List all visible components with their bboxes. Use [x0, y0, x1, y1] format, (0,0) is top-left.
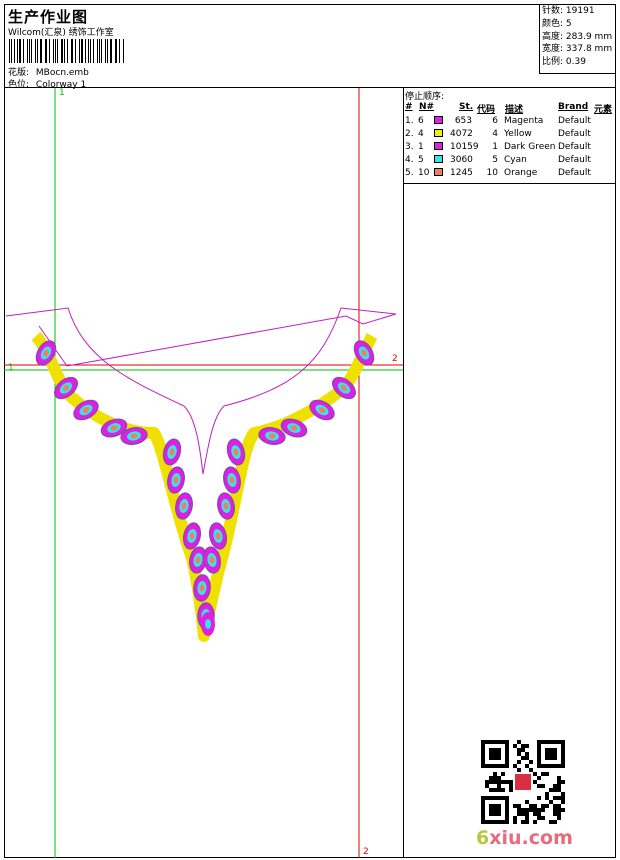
row-stitches: 1245: [450, 168, 473, 178]
stop-sequence-panel: 停止顺序: # N# St. 代码 描述 Brand 元素 1. 6 653 6 Mag…: [403, 88, 616, 184]
col-description: 描述: [505, 105, 524, 115]
stat-width: 宽度: 337.8 mm: [542, 44, 613, 55]
row-description: Magenta: [504, 116, 544, 126]
paisley-tip-motif: [201, 612, 215, 636]
row-index: 2.: [405, 129, 414, 139]
stop-row: 1. 6 653 6 Magenta Default: [404, 116, 617, 129]
guide-label-v1: 1: [59, 88, 65, 98]
header: 生产作业图 Wilcom(汇泉) 绣饰工作室 花版: MBocn.emb 色位:…: [4, 4, 616, 90]
stat-scale: 比例: 0.39: [542, 57, 586, 68]
row-code: 4: [492, 129, 498, 139]
guide-label-v2: 2: [363, 847, 369, 857]
col-code: 代码: [477, 105, 496, 115]
paisley-motifs: [35, 340, 375, 636]
row-brand: Default: [558, 129, 591, 139]
row-stitches: 653: [454, 116, 472, 126]
stop-row: 4. 5 3060 5 Cyan Default: [404, 155, 617, 168]
row-description: Cyan: [504, 155, 527, 165]
row-needle: 10: [418, 168, 430, 178]
col-needle: N#: [419, 102, 435, 112]
color-swatch: [434, 116, 443, 124]
studio-name: Wilcom(汇泉) 绣饰工作室: [8, 28, 114, 38]
row-brand: Default: [558, 142, 591, 152]
stat-stitches: 针数: 19191: [542, 6, 595, 16]
stop-row: 5. 10 1245 10 Orange Default: [404, 168, 617, 181]
row-needle: 6: [418, 116, 424, 126]
embroidery-design-canvas: [4, 88, 403, 858]
row-code: 10: [486, 168, 498, 178]
row-stitches: 4072: [450, 129, 473, 139]
page-title: 生产作业图: [8, 8, 89, 26]
row-brand: Default: [558, 155, 591, 165]
watermark-logo: 6xiu.com: [476, 827, 573, 849]
row-needle: 5: [418, 155, 424, 165]
col-element: 元素: [594, 105, 613, 115]
row-stitches: 10159: [450, 142, 479, 152]
row-description: Yellow: [504, 129, 532, 139]
guide-label-h2: 2: [392, 354, 398, 364]
row-description: Orange: [504, 168, 538, 178]
row-needle: 4: [418, 129, 424, 139]
col-stitches: St.: [459, 102, 474, 112]
stat-height: 高度: 283.9 mm: [542, 31, 613, 42]
stop-row: 3. 1 10159 1 Dark Green Default: [404, 142, 617, 155]
row-code: 1: [492, 142, 498, 152]
col-brand: Brand: [558, 102, 589, 112]
color-swatch: [434, 168, 443, 176]
qr-code: [481, 740, 565, 824]
color-swatch: [434, 142, 443, 150]
col-index: #: [405, 102, 413, 112]
stop-row: 2. 4 4072 4 Yellow Default: [404, 129, 617, 142]
stop-sequence-title: 停止顺序:: [405, 92, 445, 102]
row-needle: 1: [418, 142, 424, 152]
guide-label-h1: 1: [8, 363, 14, 373]
row-code: 6: [492, 116, 498, 126]
row-brand: Default: [558, 168, 591, 178]
row-stitches: 3060: [450, 155, 473, 165]
barcode: [9, 39, 125, 63]
row-index: 4.: [405, 155, 414, 165]
color-swatch: [434, 155, 443, 163]
stats-panel: 针数: 19191 颜色: 5 高度: 283.9 mm 宽度: 337.8 m…: [539, 4, 616, 74]
color-swatch: [434, 129, 443, 137]
stat-colors: 颜色: 5: [542, 18, 572, 29]
row-description: Dark Green: [504, 142, 556, 152]
row-index: 3.: [405, 142, 414, 152]
row-index: 1.: [405, 116, 414, 126]
row-index: 5.: [405, 168, 414, 178]
row-code: 5: [492, 155, 498, 165]
row-brand: Default: [558, 116, 591, 126]
